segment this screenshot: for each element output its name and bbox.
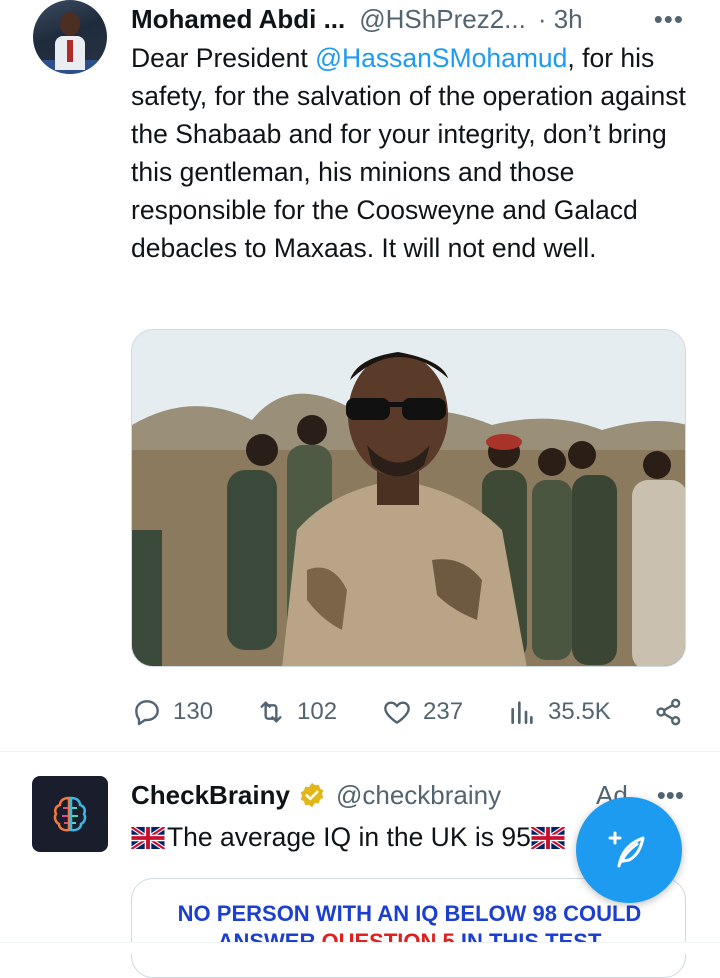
views-count: 35.5K bbox=[548, 698, 611, 725]
tweet-divider bbox=[0, 751, 720, 752]
tweet-time[interactable]: · 3h bbox=[538, 4, 583, 35]
author-name[interactable]: Mohamed Abdi ... bbox=[131, 4, 345, 35]
author-avatar[interactable] bbox=[33, 0, 107, 74]
views-icon bbox=[511, 701, 533, 724]
ad-avatar[interactable] bbox=[32, 776, 108, 852]
bottom-nav-edge bbox=[0, 942, 720, 954]
reply-button[interactable]: 130 bbox=[131, 690, 213, 734]
tweet-actions: 130 102 237 35.5K bbox=[131, 690, 691, 734]
author-handle[interactable]: @HShPrez2... bbox=[359, 4, 526, 35]
tweet-text-intro: Dear President bbox=[131, 43, 316, 73]
verified-badge-icon bbox=[300, 782, 324, 808]
views-button[interactable]: 35.5K bbox=[506, 690, 611, 734]
ad-text-main: The average IQ in the UK is 95 bbox=[167, 822, 531, 852]
tweet-text-rest: , for his safety, for the salvation of t… bbox=[131, 43, 686, 263]
tweet-text: Dear President @HassanSMohamud, for his … bbox=[131, 39, 701, 267]
uk-flag-icon bbox=[530, 827, 565, 849]
like-count: 237 bbox=[423, 698, 464, 725]
compose-button[interactable] bbox=[576, 797, 682, 903]
like-button[interactable]: 237 bbox=[381, 690, 463, 734]
compose-icon bbox=[608, 831, 645, 868]
ad-header: CheckBrainy @checkbrainy bbox=[131, 778, 501, 812]
reply-count: 130 bbox=[173, 698, 214, 725]
ad-card-headline: NO PERSON WITH AN IQ BELOW 98 COULD bbox=[177, 901, 642, 926]
uk-flag-icon bbox=[131, 827, 165, 849]
more-options-icon[interactable]: ••• bbox=[654, 4, 684, 35]
brain-logo-icon bbox=[53, 796, 87, 832]
share-icon bbox=[656, 698, 681, 726]
like-icon bbox=[384, 701, 410, 724]
mention-link[interactable]: @HassanSMohamud bbox=[315, 43, 567, 73]
retweet-icon bbox=[260, 701, 282, 723]
advertiser-handle[interactable]: @checkbrainy bbox=[336, 780, 501, 811]
reply-icon bbox=[135, 700, 159, 726]
advertiser-name[interactable]: CheckBrainy bbox=[131, 780, 290, 811]
tweet-header: Mohamed Abdi ... @HShPrez2... · 3h bbox=[131, 2, 583, 36]
retweet-count: 102 bbox=[297, 698, 338, 725]
ad-more-options-icon[interactable]: ••• bbox=[657, 780, 684, 811]
ad-text: The average IQ in the UK is 95 bbox=[131, 820, 567, 854]
tweet-photo[interactable] bbox=[131, 329, 686, 667]
retweet-button[interactable]: 102 bbox=[255, 690, 337, 734]
share-button[interactable] bbox=[653, 690, 695, 734]
